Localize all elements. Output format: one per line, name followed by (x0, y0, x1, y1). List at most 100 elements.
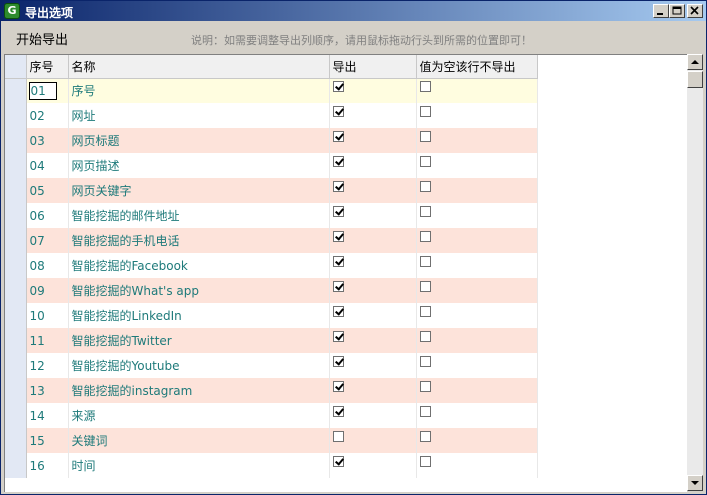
row-id-cell[interactable]: 02 (26, 103, 69, 128)
export-checkbox[interactable] (332, 205, 344, 217)
row-header[interactable] (5, 203, 27, 228)
row-name-cell[interactable]: 智能挖掘的邮件地址 (68, 203, 330, 228)
scroll-up-button[interactable] (687, 54, 703, 70)
skip-empty-checkbox[interactable] (419, 255, 431, 267)
row-name-cell[interactable]: 智能挖掘的Facebook (68, 253, 330, 278)
row-name-cell[interactable]: 时间 (68, 453, 330, 478)
table-row[interactable]: 01 序号 (5, 78, 538, 103)
row-name-cell[interactable]: 智能挖掘的LinkedIn (68, 303, 330, 328)
export-checkbox[interactable] (332, 255, 344, 267)
row-header[interactable] (5, 278, 27, 303)
row-name-cell[interactable]: 智能挖掘的What's app (68, 278, 330, 303)
skip-empty-checkbox[interactable] (419, 130, 431, 142)
export-checkbox[interactable] (332, 355, 344, 367)
row-id-cell[interactable]: 01 (26, 78, 69, 103)
row-id-cell[interactable]: 14 (26, 403, 69, 428)
export-checkbox[interactable] (332, 155, 344, 167)
row-header[interactable] (5, 453, 27, 478)
column-header-export[interactable]: 导出 (329, 55, 417, 79)
row-name-cell[interactable]: 网址 (68, 103, 330, 128)
row-header[interactable] (5, 303, 27, 328)
table-row[interactable]: 10 智能挖掘的LinkedIn (5, 303, 538, 328)
vertical-scrollbar[interactable] (687, 54, 703, 491)
skip-empty-checkbox[interactable] (419, 205, 431, 217)
minimize-button[interactable] (653, 4, 669, 18)
row-id-cell[interactable]: 07 (26, 228, 69, 253)
table-row[interactable]: 15 关键词 (5, 428, 538, 453)
row-id-cell[interactable]: 08 (26, 253, 69, 278)
export-checkbox[interactable] (332, 305, 344, 317)
title-bar[interactable]: G 导出选项 (1, 1, 706, 21)
row-name-cell[interactable]: 智能挖掘的Youtube (68, 353, 330, 378)
row-id-cell[interactable]: 11 (26, 328, 69, 353)
skip-empty-checkbox[interactable] (419, 355, 431, 367)
export-checkbox[interactable] (332, 80, 344, 92)
row-header[interactable] (5, 78, 27, 103)
column-header-name[interactable]: 名称 (68, 55, 330, 79)
close-button[interactable] (687, 4, 703, 18)
row-header[interactable] (5, 178, 27, 203)
table-row[interactable]: 08 智能挖掘的Facebook (5, 253, 538, 278)
row-id-cell[interactable]: 15 (26, 428, 69, 453)
row-header[interactable] (5, 128, 27, 153)
skip-empty-checkbox[interactable] (419, 430, 431, 442)
table-row[interactable]: 12 智能挖掘的Youtube (5, 353, 538, 378)
table-row[interactable]: 02 网址 (5, 103, 538, 128)
row-name-cell[interactable]: 网页描述 (68, 153, 330, 178)
table-row[interactable]: 09 智能挖掘的What's app (5, 278, 538, 303)
row-header[interactable] (5, 428, 27, 453)
table-row[interactable]: 14 来源 (5, 403, 538, 428)
export-checkbox[interactable] (332, 230, 344, 242)
row-id-cell[interactable]: 10 (26, 303, 69, 328)
row-header[interactable] (5, 103, 27, 128)
row-id-cell[interactable]: 06 (26, 203, 69, 228)
table-row[interactable]: 13 智能挖掘的instagram (5, 378, 538, 403)
export-checkbox[interactable] (332, 330, 344, 342)
table-row[interactable]: 05 网页关键字 (5, 178, 538, 203)
skip-empty-checkbox[interactable] (419, 380, 431, 392)
export-columns-grid[interactable]: 序号 名称 导出 值为空该行不导出 01 序号 02 网址 03 网页标题 04 网页描述 05… (4, 54, 687, 492)
export-checkbox[interactable] (332, 455, 344, 467)
export-checkbox[interactable] (332, 405, 344, 417)
scrollbar-thumb[interactable] (687, 71, 703, 88)
row-name-cell[interactable]: 智能挖掘的instagram (68, 378, 330, 403)
row-id-cell[interactable]: 16 (26, 453, 69, 478)
skip-empty-checkbox[interactable] (419, 405, 431, 417)
row-header[interactable] (5, 403, 27, 428)
skip-empty-checkbox[interactable] (419, 155, 431, 167)
export-checkbox[interactable] (332, 180, 344, 192)
skip-empty-checkbox[interactable] (419, 80, 431, 92)
row-name-cell[interactable]: 关键词 (68, 428, 330, 453)
row-name-cell[interactable]: 智能挖掘的Twitter (68, 328, 330, 353)
column-header-id[interactable]: 序号 (26, 55, 69, 79)
row-id-cell[interactable]: 03 (26, 128, 69, 153)
start-export-button[interactable]: 开始导出 (16, 29, 68, 48)
row-id-cell[interactable]: 12 (26, 353, 69, 378)
row-id-cell[interactable]: 04 (26, 153, 69, 178)
skip-empty-checkbox[interactable] (419, 305, 431, 317)
table-row[interactable]: 16 时间 (5, 453, 538, 478)
export-checkbox[interactable] (332, 380, 344, 392)
column-header-skip-empty[interactable]: 值为空该行不导出 (416, 55, 538, 79)
row-id-cell[interactable]: 09 (26, 278, 69, 303)
skip-empty-checkbox[interactable] (419, 230, 431, 242)
maximize-button[interactable] (669, 4, 685, 18)
row-name-cell[interactable]: 网页关键字 (68, 178, 330, 203)
table-row[interactable]: 07 智能挖掘的手机电话 (5, 228, 538, 253)
skip-empty-checkbox[interactable] (419, 455, 431, 467)
row-header[interactable] (5, 353, 27, 378)
skip-empty-checkbox[interactable] (419, 330, 431, 342)
export-checkbox[interactable] (332, 430, 344, 442)
row-name-cell[interactable]: 智能挖掘的手机电话 (68, 228, 330, 253)
scroll-down-button[interactable] (687, 475, 703, 491)
table-row[interactable]: 03 网页标题 (5, 128, 538, 153)
export-checkbox[interactable] (332, 130, 344, 142)
row-header[interactable] (5, 228, 27, 253)
row-header[interactable] (5, 378, 27, 403)
row-id-cell[interactable]: 05 (26, 178, 69, 203)
row-name-cell[interactable]: 来源 (68, 403, 330, 428)
row-header[interactable] (5, 328, 27, 353)
row-id-cell[interactable]: 13 (26, 378, 69, 403)
skip-empty-checkbox[interactable] (419, 280, 431, 292)
row-header[interactable] (5, 153, 27, 178)
